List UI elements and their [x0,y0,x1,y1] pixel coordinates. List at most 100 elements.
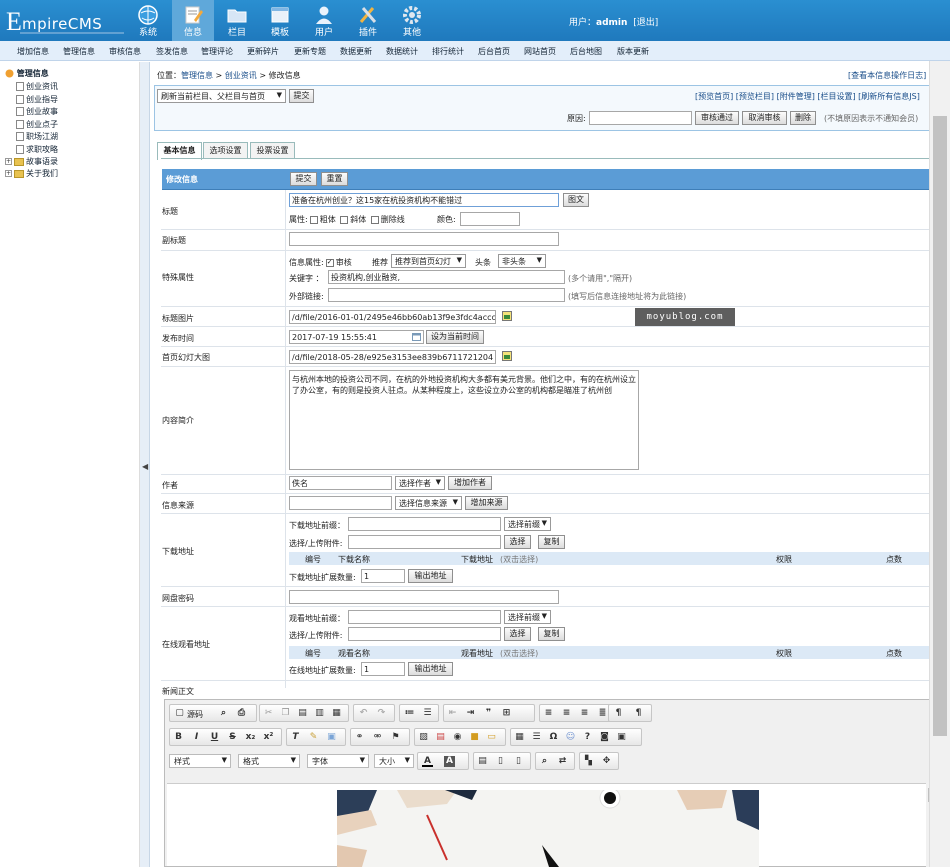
show-blocks-icon[interactable]: ▚ [583,756,594,767]
bg-color-icon[interactable]: A [444,756,455,767]
paste-format-icon[interactable]: ▣ [326,732,337,743]
dl-extend-input[interactable]: 1 [361,569,405,583]
subtitle-input[interactable] [289,232,559,246]
table-icon[interactable]: ▦ [514,732,525,743]
nav-template[interactable]: 模板 [259,0,301,41]
ltr-icon[interactable]: ¶ [613,708,624,719]
text-color-icon[interactable]: A [422,756,433,767]
folder-icon[interactable]: ▭ [486,732,497,743]
numbered-list-icon[interactable]: ≔ [404,708,415,719]
paste-text-icon[interactable]: ▥ [314,708,325,719]
document-icon[interactable]: ▯ [513,756,524,767]
tree-folder[interactable]: + 故事语录 [5,156,58,167]
tree-root[interactable]: 管理信息 [5,68,49,79]
collapse-arrow-icon[interactable]: ◀ [142,462,148,471]
nav-other[interactable]: 其他 [391,0,433,41]
subnav-manage-comments[interactable]: 管理评论 [201,46,233,57]
div-container-icon[interactable]: ⊞ [501,708,512,719]
image-icon[interactable]: ▨ [418,732,429,743]
extlink-input[interactable] [328,288,565,302]
source-button[interactable]: 源码 [187,709,203,720]
copy-icon[interactable]: ❐ [280,708,291,719]
tree-item[interactable]: 创业指导 [16,94,58,105]
netdisk-input[interactable] [289,590,559,604]
nav-user[interactable]: 用户 [303,0,345,41]
expand-icon[interactable]: + [5,158,12,165]
bold-checkbox[interactable] [309,215,318,224]
ol-prefix-input[interactable] [348,610,501,624]
iframe-icon[interactable]: ◙ [599,732,610,743]
italic-checkbox[interactable] [340,215,349,224]
strike-checkbox[interactable] [370,215,379,224]
outdent-icon[interactable]: ⇤ [447,708,458,719]
subnav-manage-info[interactable]: 管理信息 [63,46,95,57]
help-icon[interactable]: ? [582,732,593,743]
subnav-data-update[interactable]: 数据更新 [340,46,372,57]
nav-system[interactable]: 系统 [127,0,169,41]
bold-icon[interactable]: B [173,732,184,743]
set-now-button[interactable]: 设为当前时间 [426,330,484,344]
media-icon[interactable]: ■ [469,732,480,743]
print-icon[interactable]: ⎙ [236,708,247,719]
refresh-submit-button[interactable]: 提交 [289,89,314,103]
image-picker-icon[interactable] [502,311,512,321]
remove-format-icon[interactable]: T [290,732,301,743]
view-op-log-link[interactable]: [查看本信息操作日志] [848,70,926,81]
logout-link[interactable]: [退出] [633,18,658,28]
video-icon[interactable]: ▤ [435,732,446,743]
format-combo[interactable]: 格式 ▼ [238,754,300,768]
author-input[interactable]: 佚名 [289,476,392,490]
subscript-icon[interactable]: x₂ [245,732,256,743]
paste-word-icon[interactable]: ▦ [331,708,342,719]
subnav-add-info[interactable]: 增加信息 [17,46,49,57]
refresh-scope-select[interactable]: 刷新当前栏目、父栏目与首页 ▼ [157,89,286,103]
calendar-icon[interactable] [412,332,421,341]
author-select[interactable]: 选择作者 ▼ [395,476,445,490]
tab-vote[interactable]: 投票设置 [250,142,295,159]
justify-icon[interactable]: ≣ [597,708,608,719]
emoji-icon[interactable]: ☺ [565,732,576,743]
title-pic-button[interactable]: 图文 [563,193,589,207]
subnav-admin-home[interactable]: 后台首页 [478,46,510,57]
form-submit-button[interactable]: 提交 [290,172,317,186]
breadcrumb-manage-info[interactable]: 管理信息 [181,71,213,80]
link-icon[interactable]: ⚭ [354,732,365,743]
preview-icon[interactable]: ⌕ [218,708,229,719]
tab-options[interactable]: 选项设置 [203,142,248,159]
special-char-icon[interactable]: Ω [548,732,559,743]
template-icon[interactable]: ▤ [477,756,488,767]
title-input[interactable]: 准备在杭州创业？这15家在杭投资机构不能错过 [289,193,559,207]
nav-info[interactable]: 信息 [172,0,214,41]
page-scrollbar-thumb[interactable] [933,116,947,736]
style-combo[interactable]: 样式 ▼ [169,754,231,768]
subnav-version-update[interactable]: 版本更新 [617,46,649,57]
titlepic-input[interactable]: /d/file/2016-01-01/2495e46bb60ab13f9e3fd… [289,310,496,324]
new-page-icon[interactable]: ▯ [495,756,506,767]
dl-copy-button[interactable]: 复制 [538,535,565,549]
size-combo[interactable]: 大小 ▼ [374,754,414,768]
undo-icon[interactable]: ↶ [358,708,369,719]
align-right-icon[interactable]: ≡ [579,708,590,719]
approve-button[interactable]: 审核通过 [695,111,739,125]
image-picker-icon[interactable] [502,351,512,361]
expand-icon[interactable]: + [5,170,12,177]
sidebar-splitter[interactable]: ◀ [140,62,150,867]
replace-icon[interactable]: ⇄ [557,756,568,767]
tree-item[interactable]: 职场江湖 [16,131,58,142]
form-reset-button[interactable]: 重置 [321,172,348,186]
blockquote-icon[interactable]: ❞ [483,708,494,719]
format-painter-icon[interactable]: ✎ [308,732,319,743]
ol-extend-input[interactable]: 1 [361,662,405,676]
subnav-update-fragments[interactable]: 更新碎片 [247,46,279,57]
pubtime-input[interactable]: 2017-07-19 15:55:41 [289,330,424,344]
indent-icon[interactable]: ⇥ [465,708,476,719]
recommend-select[interactable]: 推荐到首页幻灯 ▼ [391,254,466,268]
find-icon[interactable]: ⌕ [539,756,550,767]
tree-item[interactable]: 求职攻略 [16,144,58,155]
align-center-icon[interactable]: ≡ [561,708,572,719]
nav-column[interactable]: 栏目 [216,0,258,41]
subnav-rank-stats[interactable]: 排行统计 [432,46,464,57]
color-input[interactable] [460,212,520,226]
nav-plugin[interactable]: 插件 [347,0,389,41]
ol-upload-input[interactable] [348,627,501,641]
